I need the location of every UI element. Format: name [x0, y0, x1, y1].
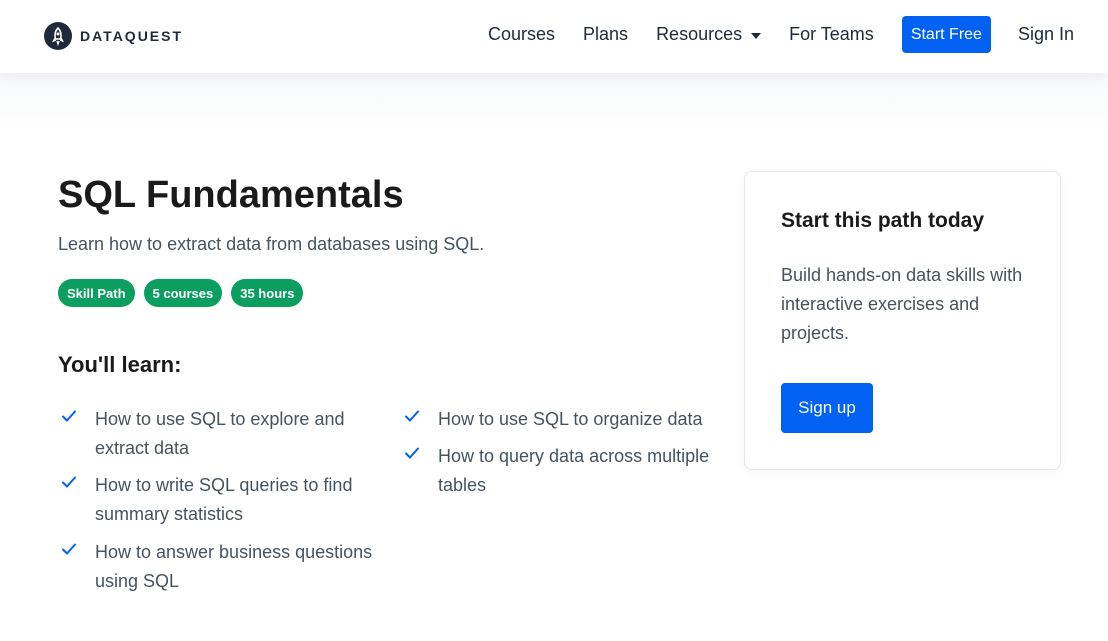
- checkmark-icon: [60, 405, 80, 463]
- page-title: SQL Fundamentals: [58, 174, 404, 216]
- card-title: Start this path today: [781, 209, 985, 232]
- brand-name: DATAQUEST: [80, 28, 184, 44]
- learn-item: How to write SQL queries to find summary…: [60, 471, 370, 529]
- learn-item: How to query data across multiple tables: [403, 442, 723, 500]
- main-nav: Courses Plans Resources For Teams Start …: [488, 16, 1074, 53]
- page-subtitle: Learn how to extract data from databases…: [58, 234, 485, 254]
- learn-item-text: How to write SQL queries to find summary…: [95, 475, 353, 524]
- learn-item: How to answer business questions using S…: [60, 538, 390, 596]
- sign-up-button[interactable]: Sign up: [781, 383, 873, 433]
- start-path-card: Start this path today Build hands-on dat…: [744, 171, 1061, 470]
- nav-for-teams[interactable]: For Teams: [789, 24, 874, 45]
- learn-item-text: How to query data across multiple tables: [438, 446, 710, 495]
- duration-badge: 35 hours: [231, 279, 304, 307]
- dataquest-logo[interactable]: DATAQUEST: [44, 22, 183, 50]
- nav-courses[interactable]: Courses: [488, 24, 555, 45]
- header-shadow-band: [0, 73, 1108, 133]
- checkmark-icon: [403, 405, 423, 434]
- course-count-badge: 5 courses: [143, 279, 223, 307]
- learn-item-text: How to answer business questions using S…: [95, 542, 373, 591]
- sign-in-link[interactable]: Sign In: [1018, 24, 1074, 45]
- nav-resources[interactable]: Resources: [656, 24, 762, 45]
- nav-resources-label: Resources: [656, 24, 743, 44]
- path-badges: Skill Path 5 courses 35 hours: [58, 279, 312, 307]
- chevron-down-icon: [751, 32, 762, 39]
- learn-item: How to use SQL to explore and extract da…: [60, 405, 360, 463]
- nav-plans[interactable]: Plans: [583, 24, 628, 45]
- learn-heading: You'll learn:: [58, 352, 182, 377]
- start-free-button[interactable]: Start Free: [901, 16, 991, 53]
- rocket-logo-icon: [44, 22, 72, 50]
- skill-path-badge: Skill Path: [58, 279, 135, 307]
- learn-item-text: How to use SQL to organize data: [438, 409, 703, 429]
- checkmark-icon: [403, 442, 423, 500]
- learn-item: How to use SQL to organize data: [403, 405, 733, 434]
- learn-item-text: How to use SQL to explore and extract da…: [95, 409, 345, 458]
- site-header: DATAQUEST Courses Plans Resources For Te…: [0, 0, 1108, 73]
- checkmark-icon: [60, 471, 80, 529]
- card-description: Build hands-on data skills with interact…: [781, 265, 1023, 343]
- checkmark-icon: [60, 538, 80, 596]
